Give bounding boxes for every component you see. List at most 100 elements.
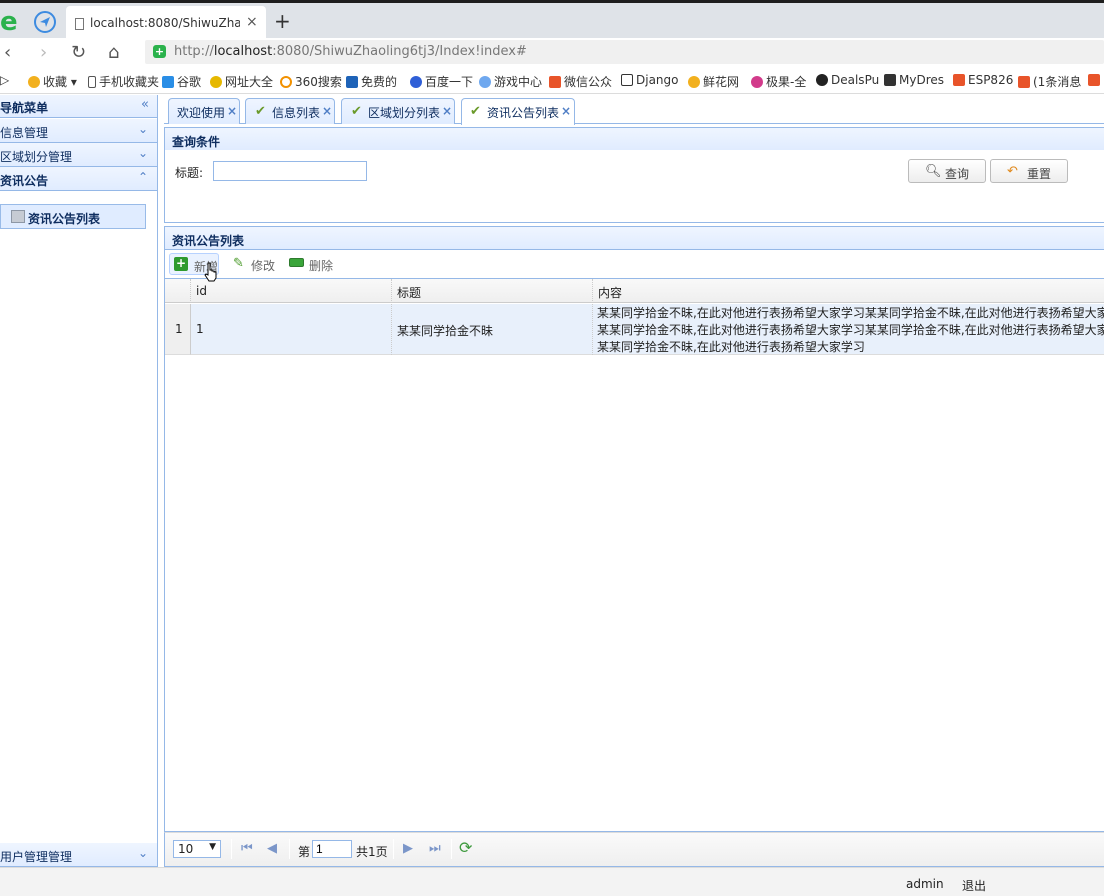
sidebar: 导航菜单 « 信息管理 ⌄ 区域划分管理 ⌄ 资讯公告 ⌃ 资讯公告列表 用户管… [0, 95, 158, 867]
bookmark-item[interactable]: MyDres [884, 73, 944, 87]
check-icon: ✔ [470, 104, 481, 119]
refresh-icon[interactable]: ⟳ [459, 838, 472, 857]
sidebar-title: 导航菜单 [0, 101, 49, 115]
bookmarks-bar: ▷ 收藏 ▾ 手机收藏夹 谷歌 网址大全 360搜索 免费的 百度一下 游戏中心… [0, 68, 1104, 94]
tab-close-icon[interactable]: × [322, 104, 332, 118]
cell-id: 1 [191, 304, 392, 355]
page-number-input[interactable] [312, 840, 352, 858]
home-icon[interactable]: ⌂ [108, 42, 119, 63]
delete-button[interactable]: 删除 [285, 253, 335, 275]
sidebar-item-announcement[interactable]: 资讯公告 ⌃ [0, 167, 157, 191]
column-header-id[interactable]: id [191, 279, 392, 303]
new-tab-button[interactable]: + [274, 9, 291, 33]
row-number: 1 [165, 304, 191, 355]
bookmark-item[interactable]: 手机收藏夹 [88, 73, 159, 90]
send-icon[interactable] [34, 11, 56, 33]
sidebar-item-label: 信息管理 [0, 126, 49, 140]
row-number-text: 1 [175, 322, 183, 336]
sidebar-item-label: 资讯公告 [0, 174, 49, 188]
bookmark-item[interactable]: 微信公众 [549, 73, 612, 90]
prev-page-icon[interactable]: ◀︎ [267, 841, 277, 856]
bookmark-item[interactable]: 免费的 [346, 73, 397, 90]
sidebar-item-region[interactable]: 区域划分管理 ⌄ [0, 143, 157, 167]
chevron-down-icon: ⌄ [137, 146, 148, 160]
last-page-icon[interactable]: ⏭︎ [429, 841, 441, 856]
add-icon: + [174, 256, 188, 271]
cell-content: 某某同学拾金不昧,在此对他进行表扬希望大家学习某某同学拾金不昧,在此对他进行表扬… [593, 304, 1104, 355]
bookmark-item[interactable]: 网址大全 [210, 73, 273, 90]
back-icon[interactable]: ‹ [4, 42, 11, 63]
reload-icon[interactable]: ↻ [71, 42, 86, 63]
page-prefix: 第 [298, 845, 311, 859]
bookmark-item[interactable]: 收藏 ▾ [28, 73, 77, 90]
column-header-title[interactable]: 标题 [392, 279, 593, 303]
reset-button[interactable]: ↶ 重置 [990, 159, 1068, 183]
query-panel: 标题: 🔍︎ 查询 ↶ 重置 [164, 150, 1104, 223]
title-search-input[interactable] [213, 161, 367, 181]
bookmark-item[interactable]: ESP826 [953, 73, 1013, 87]
next-page-icon[interactable]: ▶︎ [403, 841, 413, 856]
title-label: 标题: [175, 166, 204, 180]
sidebar-collapse-icon[interactable]: « [141, 97, 149, 112]
bookmark-item[interactable]: 鲜花网 [688, 73, 739, 90]
logout-link[interactable]: 退出 [962, 877, 986, 894]
page-size-select[interactable]: 10 ▼ [173, 840, 221, 858]
tab-announcement-list[interactable]: ✔ 资讯公告列表 × [461, 98, 575, 125]
column-header-label: 标题 [397, 286, 422, 300]
bookmark-item[interactable]: DealsPu [816, 73, 879, 87]
grid-toolbar: + 新增 ✎ 修改 删除 [164, 250, 1104, 278]
edit-button-label: 修改 [251, 259, 276, 273]
bookmark-item[interactable]: C [1088, 73, 1103, 87]
bookmark-item[interactable]: 谷歌 [162, 73, 201, 90]
first-page-icon[interactable]: ⏮︎ [241, 841, 253, 856]
tab-info-list[interactable]: ✔ 信息列表 × [245, 98, 335, 124]
sidebar-item-info[interactable]: 信息管理 ⌄ [0, 119, 157, 143]
sidebar-item-label: 区域划分管理 [0, 150, 73, 164]
grid-panel-header: 资讯公告列表 [164, 226, 1104, 250]
tab-label: 区域划分列表 [368, 106, 441, 120]
list-icon [11, 210, 25, 223]
pager-separator [451, 839, 452, 859]
browser-tab-active[interactable]: localhost:8080/ShiwuZhaoling6tj3/Index!i… [66, 6, 266, 41]
browser-logo-icon: e [0, 7, 18, 37]
dropdown-icon: ▼ [209, 842, 216, 852]
bookmark-item[interactable]: Django [621, 73, 679, 87]
delete-button-label: 删除 [309, 259, 334, 273]
browser-tab-close-icon[interactable]: × [246, 14, 258, 30]
bookmarks-toggle-icon[interactable]: ▷ [0, 73, 9, 87]
query-panel-title: 查询条件 [172, 135, 221, 149]
tab-label: 资讯公告列表 [487, 106, 560, 120]
pager-separator [231, 839, 232, 859]
tab-close-icon[interactable]: × [561, 104, 571, 118]
bookmark-item[interactable]: 百度一下 [410, 73, 473, 90]
tab-close-icon[interactable]: × [227, 104, 237, 118]
tab-region-list[interactable]: ✔ 区域划分列表 × [341, 98, 455, 124]
page-icon [75, 18, 84, 30]
content-tabs: 欢迎使用 × ✔ 信息列表 × ✔ 区域划分列表 × ✔ 资讯公告列表 × [164, 95, 1104, 125]
table-row[interactable]: 1 某某同学拾金不昧 某某同学拾金不昧,在此对他进行表扬希望大家学习某某同学拾金… [165, 304, 1104, 355]
tab-label: 欢迎使用 [177, 106, 226, 120]
chevron-down-icon: ⌄ [137, 846, 148, 860]
forward-icon[interactable]: › [40, 42, 47, 63]
sidebar-subitem-announcement-list[interactable]: 资讯公告列表 [0, 204, 146, 229]
data-grid: id 标题 内容 1 某某同学拾金不昧 某某同学拾金不昧,在此对他进行表扬希望大… [164, 278, 1104, 832]
tab-close-icon[interactable]: × [442, 104, 452, 118]
search-button[interactable]: 🔍︎ 查询 [908, 159, 986, 183]
column-header-content[interactable]: 内容 [593, 279, 1104, 303]
toolbar-separator [225, 255, 226, 273]
address-bar[interactable]: + http://localhost:8080/ShiwuZhaoling6tj… [145, 40, 1104, 64]
bookmark-item[interactable]: 游戏中心 [479, 73, 542, 90]
chevron-up-icon: ⌃ [137, 170, 148, 184]
tab-welcome[interactable]: 欢迎使用 × [168, 98, 240, 124]
address-url[interactable]: http://localhost:8080/ShiwuZhaoling6tj3/… [174, 44, 527, 59]
undo-icon: ↶ [1007, 164, 1018, 179]
page-total: 共1页 [356, 845, 388, 859]
bookmark-item[interactable]: (1条消息 [1018, 73, 1081, 90]
edit-button[interactable]: ✎ 修改 [229, 253, 279, 275]
browser-tab-title: localhost:8080/ShiwuZhaoling6tj3/Index!i… [90, 16, 240, 30]
minus-icon [289, 258, 304, 267]
grid-panel-title: 资讯公告列表 [172, 234, 245, 248]
bookmark-item[interactable]: 极果-全 [751, 73, 806, 90]
bookmark-item[interactable]: 360搜索 [280, 73, 342, 90]
sidebar-item-user-management[interactable]: 用户管理管理 ⌄ [0, 843, 157, 867]
